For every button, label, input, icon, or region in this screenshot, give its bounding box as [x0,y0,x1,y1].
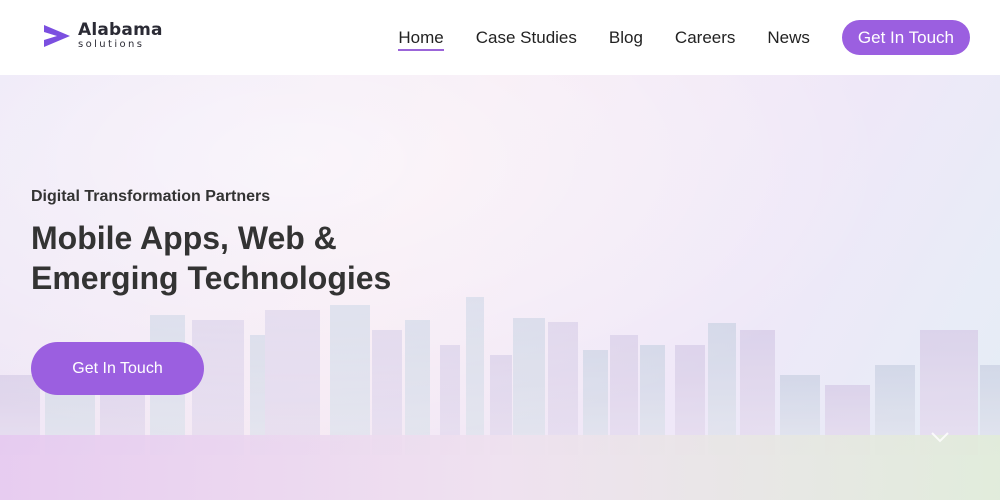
hero-section: Digital Transformation Partners Mobile A… [0,75,1000,500]
nav-link-blog[interactable]: Blog [609,28,643,48]
nav-link-careers[interactable]: Careers [675,28,735,48]
nav-link-case-studies[interactable]: Case Studies [476,28,577,48]
hero-get-in-touch-button[interactable]: Get In Touch [31,342,204,395]
logo-text: Alabama solutions [78,22,163,50]
brand-logo[interactable]: Alabama solutions [44,22,163,50]
nav-link-news[interactable]: News [767,28,810,48]
hero-kicker: Digital Transformation Partners [31,188,271,205]
nav-link-home[interactable]: Home [398,28,445,51]
main-nav: Home Case Studies Blog Careers News Get … [366,0,1000,75]
header-get-in-touch-button[interactable]: Get In Touch [841,20,970,55]
hero-title-line-2: Emerging Technologies [31,260,392,296]
site-header: Alabama solutions Home Case Studies Blog… [0,0,1000,75]
hero-title-line-1: Mobile Apps, Web & [31,220,337,256]
hero-title: Mobile Apps, Web & Emerging Technologies [31,218,451,298]
logo-name: Alabama [78,20,163,40]
logo-subtitle: solutions [78,39,145,50]
logo-chevron-icon [44,25,70,47]
